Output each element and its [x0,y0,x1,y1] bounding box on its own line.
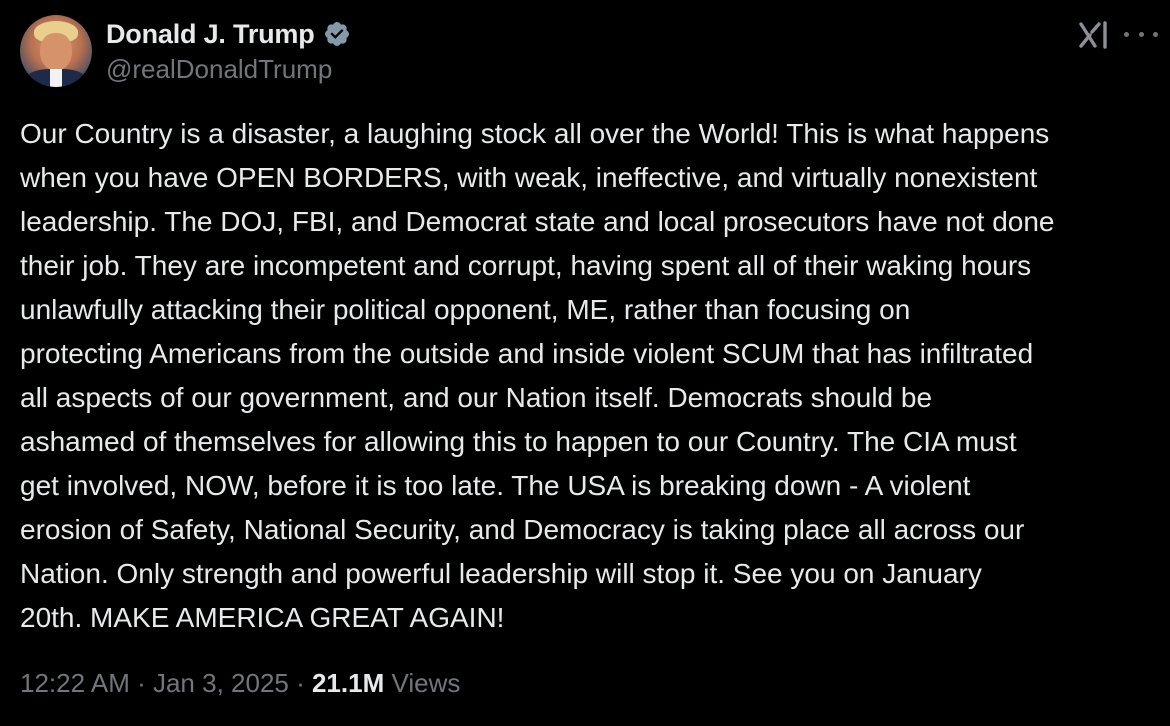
more-dot [1138,31,1144,37]
avatar-face [40,33,72,71]
views-count[interactable]: 21.1M [312,668,384,698]
avatar[interactable] [20,15,92,87]
tweet-text-line: Nation. Only strength and powerful leade… [20,558,982,589]
tweet-meta: 12:22 AM · Jan 3, 2025 · 21.1M Views [20,668,460,699]
more-dot [1124,31,1129,37]
avatar-shirt [50,69,62,87]
tweet-text-line: erosion of Safety, National Security, an… [20,514,1025,545]
grok-icon[interactable] [1078,20,1110,50]
tweet-text-line: get involved, NOW, before it is too late… [20,470,971,501]
tweet-date[interactable]: Jan 3, 2025 [153,668,289,698]
tweet-text-line: their job. They are incompetent and corr… [20,250,1032,281]
tweet: Donald J. Trump @realDonaldTrump Our Cou… [0,0,1170,726]
tweet-text: Our Country is a disaster, a laughing st… [20,112,1160,640]
author-name-row: Donald J. Trump [106,16,351,52]
tweet-text-line: leadership. The DOJ, FBI, and Democrat s… [20,206,1055,237]
verified-badge-icon[interactable] [323,20,351,48]
meta-separator: · [288,668,312,698]
tweet-text-line: unlawfully attacking their political opp… [20,294,911,325]
tweet-text-line: all aspects of our government, and our N… [20,382,933,413]
tweet-text-line: Our Country is a disaster, a laughing st… [20,118,1050,149]
more-dot [1153,31,1158,37]
author-handle[interactable]: @realDonaldTrump [106,54,332,85]
more-icon[interactable] [1124,22,1158,46]
tweet-text-line: protecting Americans from the outside an… [20,338,1034,369]
tweet-time[interactable]: 12:22 AM [20,668,130,698]
meta-separator: · [129,668,153,698]
author-display-name[interactable]: Donald J. Trump [106,19,315,50]
tweet-text-line: ashamed of themselves for allowing this … [20,426,1017,457]
tweet-text-line: 20th. MAKE AMERICA GREAT AGAIN! [20,602,505,633]
views-label: Views [384,668,461,698]
tweet-text-line: when you have OPEN BORDERS, with weak, i… [20,162,1038,193]
